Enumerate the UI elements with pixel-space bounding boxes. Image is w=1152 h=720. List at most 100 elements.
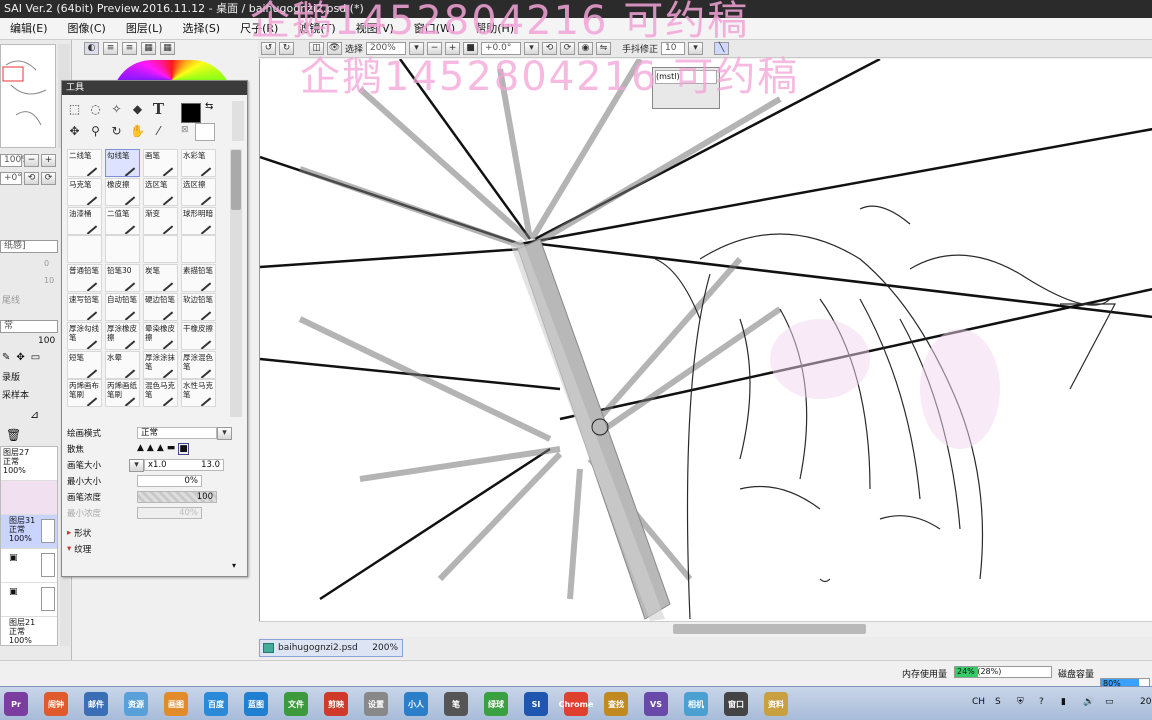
nav-zoom-in-button[interactable]: +	[41, 154, 56, 167]
zoom-field[interactable]: 200%	[366, 42, 407, 55]
taskbar-app-icon[interactable]: 百度	[204, 692, 228, 716]
brush-slot[interactable]: 自动铅笔	[105, 292, 140, 321]
brush-slot[interactable]: 马克笔	[67, 177, 102, 206]
layer-option-2[interactable]: 采样本	[2, 388, 29, 401]
floating-popup[interactable]: (mstl)	[652, 67, 720, 109]
taskbar-app-icon[interactable]: 笔	[444, 692, 468, 716]
layer-visibility-icon[interactable]: ▣	[9, 553, 18, 563]
brush-slot[interactable]: 丙烯画布笔刷	[67, 379, 102, 408]
taskbar-app-icon[interactable]: 画图	[164, 692, 188, 716]
zoom-reset-button[interactable]: ■	[463, 42, 479, 55]
brush-slot[interactable]	[181, 235, 216, 264]
brush-slot[interactable]: 素描铅笔	[181, 264, 216, 293]
brush-slot[interactable]: 选区笔	[143, 177, 178, 206]
zoom-out-button[interactable]: −	[427, 42, 443, 55]
taskbar-app-icon[interactable]: 文件	[284, 692, 308, 716]
magic-wand-icon[interactable]: ✧	[108, 101, 125, 117]
nav-rotate-right-button[interactable]: ⟳	[41, 172, 56, 185]
taskbar-app-icon[interactable]: 小人	[404, 692, 428, 716]
menu-select[interactable]: 选择(S)	[173, 18, 231, 40]
brush-slot[interactable]: 炭笔	[143, 264, 178, 293]
navigator-thumbnail[interactable]	[0, 44, 56, 148]
color-swatch-tab[interactable]: ▦	[141, 42, 156, 55]
brush-slot[interactable]: 橡皮擦	[105, 177, 140, 206]
hand-icon[interactable]: ✋	[129, 123, 146, 139]
trash-icon[interactable]: 🗑	[6, 428, 21, 442]
brush-slot[interactable]: 油漆桶	[67, 206, 102, 235]
color-palette-tab[interactable]: ▦	[160, 42, 175, 55]
tray-language[interactable]: CH	[972, 697, 985, 707]
layer-item[interactable]: 图层21 正常 100%	[1, 617, 57, 646]
min-size-slider[interactable]: 0%	[137, 475, 202, 487]
background-color-swatch[interactable]	[195, 123, 215, 141]
brush-slot[interactable]: 厚涂橡皮擦	[105, 321, 140, 350]
zoom-dropdown-icon[interactable]: ▾	[409, 42, 425, 55]
layer-item[interactable]	[1, 481, 57, 515]
swap-colors-icon[interactable]: ⇆	[205, 101, 213, 112]
texture-expander-icon[interactable]: ▾	[67, 544, 71, 554]
brush-slot[interactable]: 硬边铅笔	[143, 292, 178, 321]
shape-flat-icon[interactable]: ▬	[167, 443, 176, 455]
layer-item[interactable]: ▣	[1, 549, 57, 583]
rect-icon[interactable]: ▭	[31, 352, 40, 363]
brush-slot[interactable]	[105, 235, 140, 264]
brush-slot[interactable]: 混色马克笔	[143, 379, 178, 408]
new-layer-icon[interactable]: ⊿	[30, 408, 39, 421]
rect-select-icon[interactable]: ⬚	[66, 101, 83, 117]
blend-mode-field[interactable]: 常	[0, 320, 58, 333]
text-icon[interactable]: T	[150, 100, 167, 118]
tray-volume-icon[interactable]: 🔊	[1083, 697, 1094, 707]
brush-shape-selector[interactable]: ▲ ▲ ▲ ▬ ■	[137, 443, 189, 455]
redo-button[interactable]: ↻	[279, 42, 294, 55]
taskbar-app-icon[interactable]: Pr	[4, 692, 28, 716]
shape-section-label[interactable]: 形状	[74, 527, 91, 539]
transparent-color-icon[interactable]: ⊠	[181, 125, 189, 135]
texture-field[interactable]: 纸感]	[0, 240, 58, 253]
nav-rotate-left-button[interactable]: ⟲	[24, 172, 39, 185]
props-scroll-down-icon[interactable]: ▾	[232, 561, 236, 570]
taskbar-app-icon[interactable]: 剪映	[324, 692, 348, 716]
tray-chat-icon[interactable]: ▭	[1105, 697, 1114, 707]
menu-view[interactable]: 视图(V)	[346, 18, 404, 40]
stabilizer-dropdown-icon[interactable]: ▾	[688, 42, 704, 55]
brush-slot[interactable]: 干橡皮擦	[181, 321, 216, 350]
brush-slot[interactable]: 水彩笔	[181, 149, 216, 177]
layer-visibility-icon[interactable]: ▣	[9, 587, 18, 597]
taskbar-app-icon[interactable]: 资源	[124, 692, 148, 716]
taskbar-app-icon[interactable]: 窗口	[724, 692, 748, 716]
shape-expander-icon[interactable]: ▸	[67, 528, 71, 538]
shape-sharp-icon[interactable]: ▲	[137, 443, 144, 455]
flip-button[interactable]: ⇋	[596, 42, 612, 55]
tray-shield-icon[interactable]: ⛨	[1017, 697, 1024, 707]
nav-angle-field[interactable]: +0°	[0, 172, 22, 185]
menu-image[interactable]: 图像(C)	[58, 18, 116, 40]
brush-slot[interactable]: 丙烯画纸笔刷	[105, 379, 140, 408]
rotate-icon[interactable]: ↻	[108, 123, 125, 139]
taskbar-app-icon[interactable]: 邮件	[84, 692, 108, 716]
deselect-button[interactable]: ◫	[309, 42, 324, 55]
tray-clock[interactable]: 20	[1140, 697, 1151, 707]
brush-slot[interactable]: 普通铅笔	[67, 264, 102, 293]
drawing-canvas[interactable]: (mstl)	[259, 59, 1152, 621]
nav-zoom-field[interactable]: 100%	[0, 154, 30, 167]
canvas-horizontal-scrollbar[interactable]	[259, 621, 1152, 635]
menu-layer[interactable]: 图层(L)	[116, 18, 173, 40]
brush-slot[interactable]: 渐变	[143, 206, 178, 235]
shape-soft-icon[interactable]: ▲	[157, 443, 164, 455]
menu-window[interactable]: 窗口(W)	[404, 18, 465, 40]
move-icon[interactable]: ✥	[16, 352, 24, 363]
brush-slot[interactable]: 铅笔30	[105, 264, 140, 293]
brush-slot[interactable]: 软边铅笔	[181, 292, 216, 321]
foreground-color-swatch[interactable]	[181, 103, 201, 123]
bucket-icon[interactable]: ◆	[129, 101, 146, 117]
nav-zoom-out-button[interactable]: −	[24, 154, 39, 167]
angle-field[interactable]: +0.0°	[481, 42, 522, 55]
lasso-icon[interactable]: ◌	[87, 101, 104, 117]
zoom-in-button[interactable]: +	[445, 42, 461, 55]
tray-help-icon[interactable]: ?	[1039, 697, 1044, 707]
visibility-icon[interactable]: 👁	[327, 42, 342, 55]
rotate-left-button[interactable]: ⟲	[542, 42, 558, 55]
brush-slot[interactable]: 厚涂涂抹笔	[143, 350, 178, 379]
taskbar-app-icon[interactable]: Chrome	[559, 692, 593, 716]
layer-item-selected[interactable]: 图层31 正常 100%	[1, 515, 57, 549]
